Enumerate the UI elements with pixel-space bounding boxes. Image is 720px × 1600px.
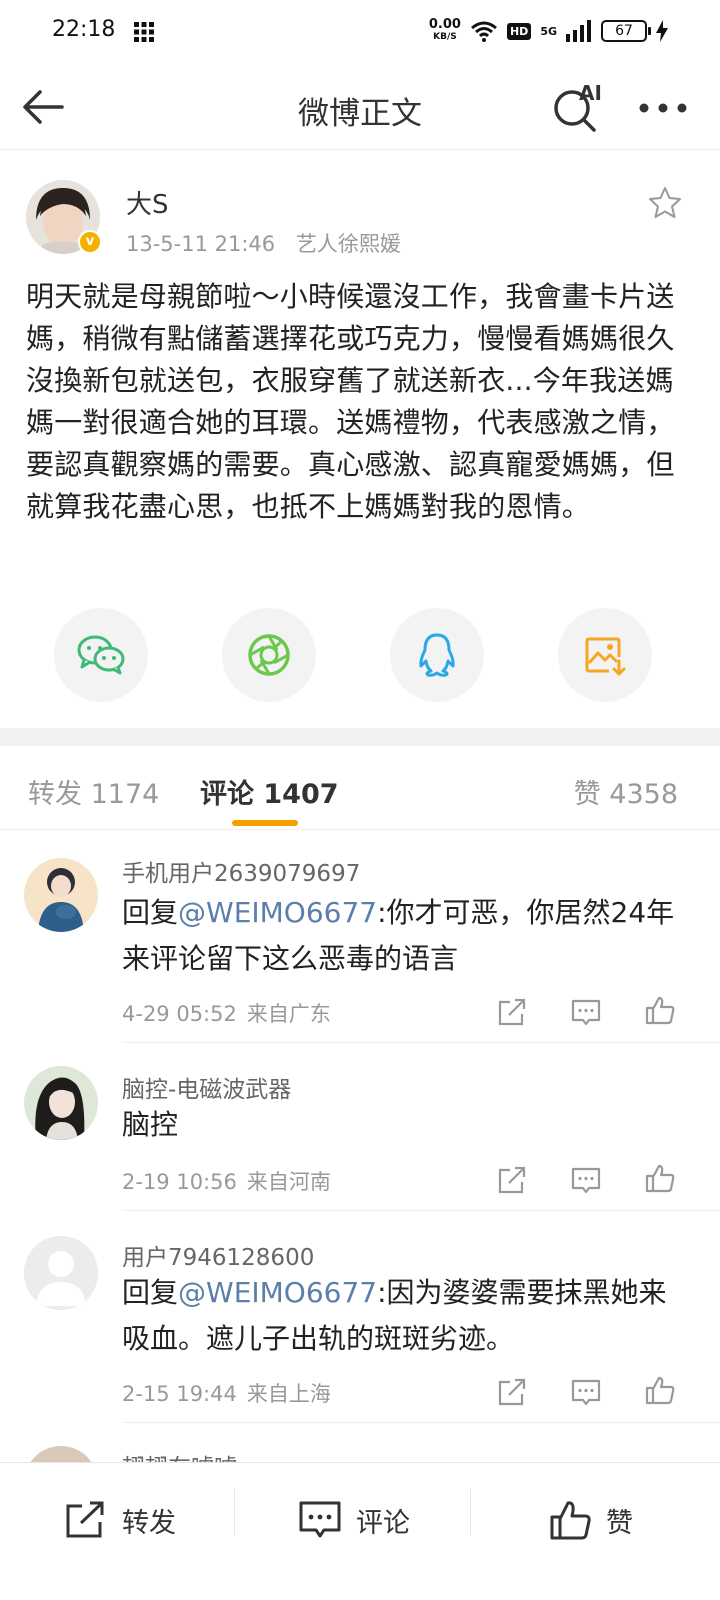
verified-badge: v [78, 230, 102, 254]
post-date: 13-5-11 21:46 [126, 232, 276, 256]
qq-icon [419, 633, 455, 677]
reply-icon[interactable] [570, 996, 602, 1028]
comment-divider [122, 1422, 720, 1423]
share-row [0, 608, 720, 704]
comment-text: 回复@WEIMO6677:因为婆婆需要抹黑她来吸血。遮儿子出轨的斑斑劣迹。 [122, 1276, 667, 1355]
app-grid-icon [134, 22, 154, 42]
bottom-action-bar: 转发 评论 赞 [0, 1462, 720, 1600]
author-source: 艺人徐熙媛 [295, 232, 401, 256]
commenter-name[interactable]: 手机用户2639079697 [122, 854, 360, 888]
comment-icon [299, 1501, 341, 1538]
tab-likes[interactable]: 赞 4358 [574, 772, 678, 811]
like-icon[interactable] [644, 1162, 676, 1194]
repost-button[interactable]: 转发 [64, 1497, 176, 1543]
comment-label: 评论 [356, 1507, 410, 1539]
interaction-tabs: 转发 1174 评论 1407 赞 4358 [0, 746, 720, 830]
status-time: 22:18 [52, 17, 116, 42]
commenter-avatar[interactable] [24, 1066, 98, 1140]
like-icon [550, 1501, 591, 1540]
default-avatar-icon [24, 1236, 98, 1310]
comment-meta: 4-29 05:52 来自广东 [122, 1002, 331, 1026]
like-icon[interactable] [644, 1374, 676, 1406]
comment-divider [122, 1210, 720, 1211]
mention-link[interactable]: @WEIMO6677 [178, 1276, 377, 1309]
bar-separator [234, 1489, 235, 1535]
moments-icon [248, 634, 290, 676]
repost-icon[interactable] [496, 1376, 528, 1408]
tab-repost[interactable]: 转发 1174 [28, 772, 159, 811]
ai-search-icon[interactable]: AI [552, 80, 608, 134]
commenter-avatar[interactable] [24, 1236, 98, 1310]
comment-text: 脑控 [122, 1108, 179, 1141]
like-icon[interactable] [644, 994, 676, 1026]
hd-badge: HD [506, 22, 532, 40]
repost-icon[interactable] [496, 996, 528, 1028]
post-meta: 13-5-11 21:46 艺人徐熙媛 [126, 228, 401, 258]
author-name[interactable]: 大S [126, 184, 169, 221]
bar-separator [470, 1489, 471, 1535]
mention-link[interactable]: @WEIMO6677 [178, 896, 377, 929]
save-image-icon [585, 637, 626, 676]
wechat-icon [77, 635, 125, 675]
active-tab-indicator [232, 820, 298, 826]
more-icon[interactable] [638, 102, 688, 114]
save-image-button[interactable] [558, 608, 652, 702]
repost-icon [66, 1501, 104, 1538]
like-button[interactable]: 赞 [548, 1497, 633, 1543]
signal-icon [566, 20, 591, 42]
reply-icon[interactable] [570, 1164, 602, 1196]
commenter-name[interactable]: 用户7946128600 [122, 1238, 314, 1272]
repost-icon[interactable] [496, 1164, 528, 1196]
post-body: 明天就是母親節啦〜小時候還沒工作，我會畫卡片送媽，稍微有點儲蓄選擇花或巧克力，慢… [26, 280, 675, 523]
comment-text: 回复@WEIMO6677:你才可恶，你居然24年来评论留下这么恶毒的语言 [122, 896, 675, 975]
repost-label: 转发 [122, 1507, 176, 1539]
page-title: 微博正文 [298, 96, 422, 132]
comment-meta: 2-15 19:44 来自上海 [122, 1382, 331, 1406]
status-bar: 22:18 0.00 KB/S HD 5G 67 [0, 0, 720, 64]
commenter-name[interactable]: 脑控-电磁波武器 [122, 1070, 291, 1104]
reply-icon[interactable] [570, 1376, 602, 1408]
network-label: 5G [540, 24, 557, 38]
svg-text:AI: AI [579, 81, 602, 105]
comment-divider [122, 1042, 720, 1043]
favorite-star-icon[interactable] [648, 186, 682, 220]
comment-meta: 2-19 10:56 来自河南 [122, 1170, 331, 1194]
nav-bar: 微博正文 AI [0, 64, 720, 150]
commenter-avatar[interactable] [24, 858, 98, 932]
like-label: 赞 [606, 1507, 633, 1539]
comment-button[interactable]: 评论 [298, 1497, 410, 1543]
share-wechat-button[interactable] [54, 608, 148, 702]
share-qq-button[interactable] [390, 608, 484, 702]
net-speed: 0.00 KB/S [428, 17, 461, 42]
section-divider [0, 728, 720, 746]
battery-indicator: 67 [601, 20, 651, 42]
wifi-icon [471, 21, 497, 42]
charging-icon [656, 20, 668, 42]
share-moments-button[interactable] [222, 608, 316, 702]
tab-comments[interactable]: 评论 1407 [200, 772, 339, 811]
